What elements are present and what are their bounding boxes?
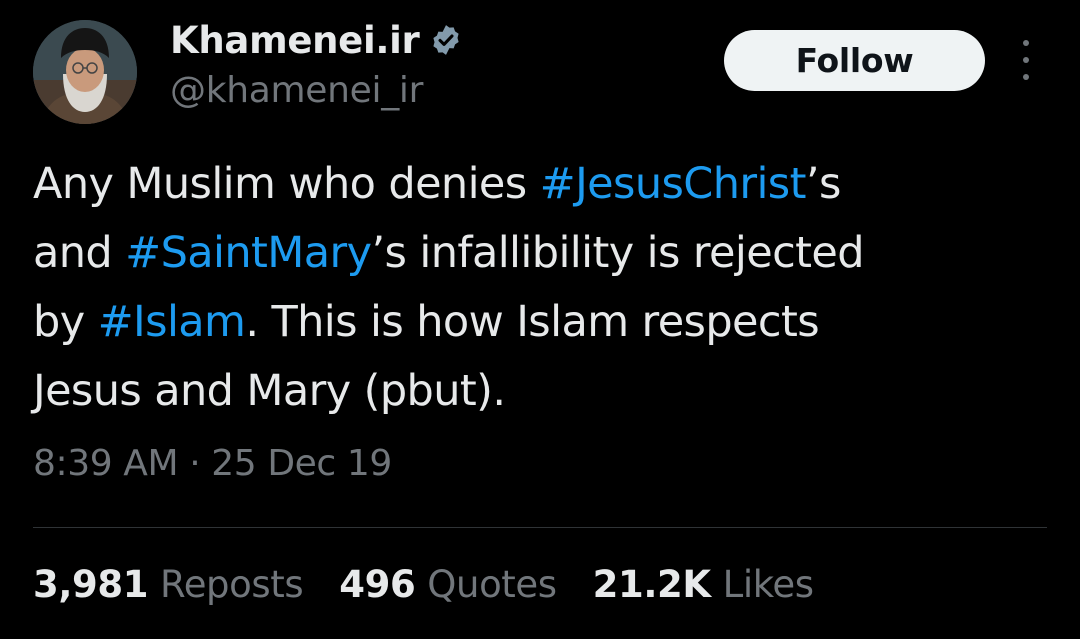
engagement-stats: 3,981 Reposts 496 Quotes 21.2K Likes — [33, 563, 814, 606]
quotes-count: 496 — [339, 563, 416, 606]
more-dot — [1023, 74, 1029, 80]
tweet-text-line: Jesus and Mary (pbut). — [33, 357, 1043, 426]
tweet-text-line: by #Islam. This is how Islam respects — [33, 288, 1043, 357]
likes-stat[interactable]: 21.2K Likes — [593, 563, 814, 606]
divider — [33, 527, 1047, 528]
tweet-timestamp[interactable]: 8:39 AM · 25 Dec 19 — [33, 443, 392, 484]
verified-badge-icon[interactable] — [429, 23, 463, 57]
tweet-text-segment: ’s infallibility is rejected — [371, 228, 864, 278]
tweet-text: Any Muslim who denies #JesusChrist’s and … — [33, 150, 1043, 426]
tweet-text-segment: Jesus and Mary (pbut). — [33, 366, 506, 416]
reposts-count: 3,981 — [33, 563, 149, 606]
more-dot — [1023, 40, 1029, 46]
hashtag-link[interactable]: #Islam — [98, 297, 246, 347]
author-handle[interactable]: @khamenei_ir — [170, 70, 423, 111]
likes-count: 21.2K — [592, 563, 711, 606]
tweet-text-segment: and — [33, 228, 126, 278]
author-display-name[interactable]: Khamenei.ir — [170, 19, 420, 62]
author-name-row: Khamenei.ir — [170, 14, 463, 66]
follow-button[interactable]: Follow — [724, 30, 985, 91]
likes-label: Likes — [722, 563, 814, 606]
tweet-text-segment: ’s — [805, 159, 841, 209]
reposts-stat[interactable]: 3,981 Reposts — [33, 563, 304, 606]
quotes-label: Quotes — [427, 563, 557, 606]
tweet-text-segment: Any Muslim who denies — [33, 159, 540, 209]
avatar-portrait — [33, 20, 137, 124]
more-dot — [1023, 57, 1029, 63]
reposts-label: Reposts — [160, 563, 304, 606]
hashtag-link[interactable]: #SaintMary — [125, 228, 372, 278]
tweet-text-segment: by — [33, 297, 98, 347]
tweet-text-line: and #SaintMary’s infallibility is reject… — [33, 219, 1043, 288]
tweet-text-segment: . This is how Islam respects — [245, 297, 820, 347]
more-vertical-icon[interactable] — [1012, 40, 1040, 80]
tweet-text-line: Any Muslim who denies #JesusChrist’s — [33, 150, 1043, 219]
hashtag-link[interactable]: #JesusChrist — [540, 159, 807, 209]
quotes-stat[interactable]: 496 Quotes — [339, 563, 557, 606]
avatar[interactable] — [33, 20, 137, 124]
